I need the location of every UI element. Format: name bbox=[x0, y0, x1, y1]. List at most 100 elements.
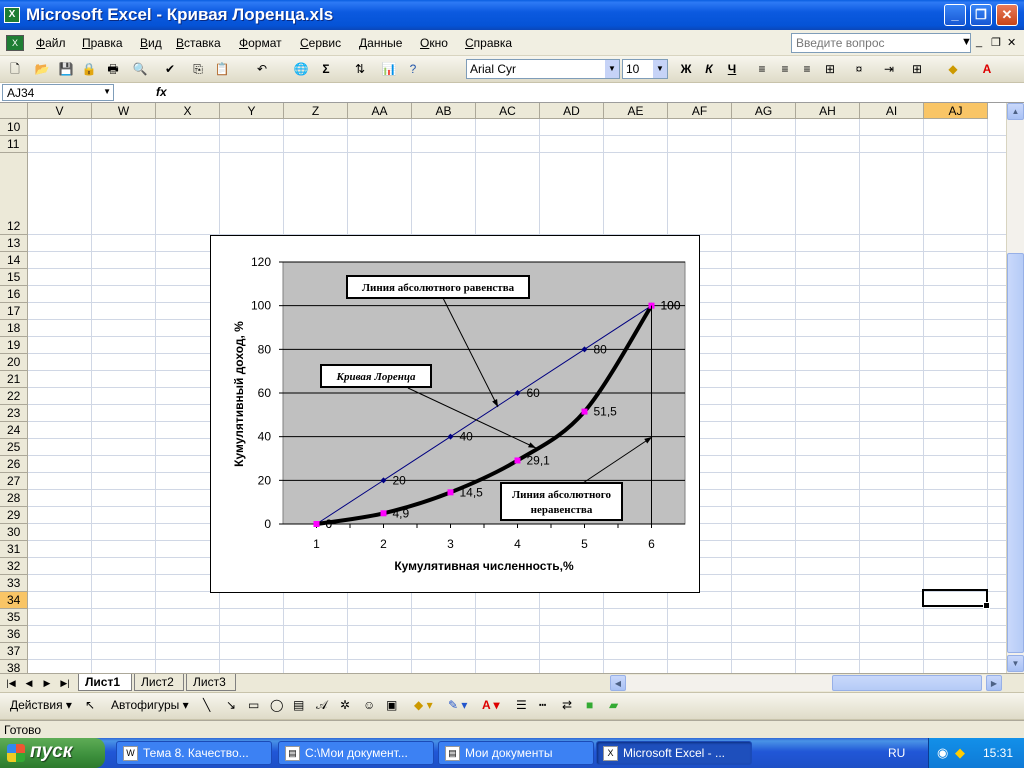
lorenz-point[interactable] bbox=[447, 489, 454, 496]
column-header[interactable]: W bbox=[92, 103, 156, 119]
fill-color-icon[interactable]: ◆ ▾ bbox=[414, 698, 433, 712]
row-header[interactable]: 29 bbox=[0, 507, 28, 524]
new-icon[interactable]: 🗋 bbox=[6, 60, 24, 78]
row-header[interactable]: 20 bbox=[0, 354, 28, 371]
line-icon[interactable]: ╲ bbox=[203, 698, 210, 712]
save-icon[interactable]: 💾 bbox=[57, 60, 75, 78]
row-header[interactable]: 38 bbox=[0, 660, 28, 673]
chart-wizard-icon[interactable]: 📊 bbox=[380, 60, 398, 78]
rectangle-icon[interactable]: ▭ bbox=[248, 698, 259, 712]
menu-5[interactable]: Сервис bbox=[300, 36, 341, 50]
row-header[interactable]: 13 bbox=[0, 235, 28, 252]
row-header[interactable]: 17 bbox=[0, 303, 28, 320]
row-header[interactable]: 33 bbox=[0, 575, 28, 592]
column-header[interactable]: AB bbox=[412, 103, 476, 119]
actions-menu[interactable]: Действия ▾ bbox=[10, 698, 72, 712]
spelling-icon[interactable]: ✔ bbox=[161, 60, 179, 78]
vertical-scrollbar[interactable]: ▲ ▼ bbox=[1006, 103, 1024, 673]
ask-question-input[interactable]: Введите вопрос bbox=[791, 33, 971, 53]
column-header[interactable]: AC bbox=[476, 103, 540, 119]
column-header[interactable]: AI bbox=[860, 103, 924, 119]
menu-4[interactable]: Формат bbox=[239, 36, 282, 50]
scroll-down-icon[interactable]: ▼ bbox=[1007, 655, 1024, 672]
lorenz-chart[interactable]: 0 20 40 60 80 100 120 1 2 3 4 5 6 0 20 40 60 80 100 0 4,9 14,… bbox=[210, 235, 700, 593]
line-style-icon[interactable]: ☰ bbox=[516, 698, 527, 712]
row-header[interactable]: 28 bbox=[0, 490, 28, 507]
menu-8[interactable]: Справка bbox=[465, 36, 512, 50]
column-header[interactable]: AD bbox=[540, 103, 604, 119]
doc-minimize-icon[interactable]: _ bbox=[976, 36, 982, 48]
font-name-select[interactable]: Arial Cyr ▼ bbox=[466, 59, 620, 79]
column-header[interactable]: X bbox=[156, 103, 220, 119]
column-header[interactable]: AA bbox=[348, 103, 412, 119]
insert-function-icon[interactable]: fx bbox=[156, 85, 167, 99]
row-header[interactable]: 14 bbox=[0, 252, 28, 269]
excel-app-icon[interactable]: X bbox=[4, 7, 20, 23]
column-header[interactable]: AF bbox=[668, 103, 732, 119]
print-icon[interactable]: 🖶 bbox=[104, 60, 122, 78]
copy-icon[interactable]: ⎘ bbox=[189, 60, 207, 78]
borders-icon[interactable]: ⊞ bbox=[908, 60, 926, 78]
undo-icon[interactable]: ↶ bbox=[253, 60, 271, 78]
sheet-tab[interactable]: Лист2 bbox=[134, 674, 184, 691]
lorenz-point[interactable] bbox=[313, 521, 320, 527]
picture-icon[interactable]: ▣ bbox=[386, 698, 397, 712]
underline-button[interactable]: Ч bbox=[723, 60, 741, 78]
currency-icon[interactable]: ¤ bbox=[850, 60, 868, 78]
row-header[interactable]: 18 bbox=[0, 320, 28, 337]
vertical-scroll-thumb[interactable] bbox=[1007, 253, 1024, 653]
menu-3[interactable]: Вставка bbox=[176, 36, 221, 50]
formula-input[interactable] bbox=[176, 84, 1016, 101]
taskbar-button[interactable]: X Microsoft Excel - ... bbox=[596, 741, 752, 765]
print-preview-icon[interactable]: 🔍 bbox=[131, 60, 149, 78]
align-left-icon[interactable]: ≡ bbox=[753, 60, 771, 78]
scroll-up-icon[interactable]: ▲ bbox=[1007, 103, 1024, 120]
autosum-button[interactable]: Σ bbox=[317, 60, 335, 78]
column-header[interactable]: AG bbox=[732, 103, 796, 119]
taskbar-button[interactable]: ▤ C:\Мои документ... bbox=[278, 741, 434, 765]
clipart-icon[interactable]: ☺ bbox=[363, 698, 375, 712]
column-header[interactable]: AJ bbox=[924, 103, 988, 119]
sheet-tab[interactable]: Лист1 bbox=[78, 674, 132, 691]
row-header[interactable]: 10 bbox=[0, 119, 28, 136]
tray-icon[interactable]: ◆ bbox=[955, 745, 965, 761]
textbox-icon[interactable]: ▤ bbox=[293, 698, 304, 712]
last-sheet-icon[interactable]: ▶| bbox=[58, 676, 72, 690]
scroll-right-icon[interactable]: ▶ bbox=[986, 675, 1002, 691]
horizontal-scroll-thumb[interactable] bbox=[832, 675, 982, 691]
merge-center-icon[interactable]: ⊞ bbox=[821, 60, 839, 78]
name-box[interactable]: AJ34 ▼ bbox=[2, 84, 114, 101]
autoshapes-menu[interactable]: Автофигуры ▾ bbox=[111, 698, 189, 712]
row-header[interactable]: 31 bbox=[0, 541, 28, 558]
start-button[interactable]: пуск bbox=[0, 738, 105, 768]
prev-sheet-icon[interactable]: ◀ bbox=[22, 676, 36, 690]
row-header[interactable]: 21 bbox=[0, 371, 28, 388]
menu-2[interactable]: Вид bbox=[140, 36, 162, 50]
font-color-icon[interactable]: A ▾ bbox=[482, 698, 500, 712]
row-header[interactable]: 12 bbox=[0, 153, 28, 235]
row-header[interactable]: 25 bbox=[0, 439, 28, 456]
taskbar-button[interactable]: ▤ Мои документы bbox=[438, 741, 594, 765]
sort-icon[interactable]: ⇅ bbox=[351, 60, 369, 78]
column-header[interactable]: Z bbox=[284, 103, 348, 119]
indent-icon[interactable]: ⇥ bbox=[880, 60, 898, 78]
font-size-select[interactable]: 10 ▼ bbox=[622, 59, 668, 79]
diagram-icon[interactable]: ✲ bbox=[340, 698, 350, 712]
language-indicator[interactable]: RU bbox=[888, 746, 905, 760]
select-objects-icon[interactable]: ↖ bbox=[85, 698, 95, 712]
fill-color-icon[interactable]: ◆ bbox=[944, 60, 962, 78]
doc-close-icon[interactable]: ✕ bbox=[1007, 36, 1016, 49]
arrow-style-icon[interactable]: ⇄ bbox=[562, 698, 572, 712]
row-header[interactable]: 19 bbox=[0, 337, 28, 354]
row-header[interactable]: 30 bbox=[0, 524, 28, 541]
row-header[interactable]: 23 bbox=[0, 405, 28, 422]
italic-button[interactable]: К bbox=[700, 60, 718, 78]
font-color-icon[interactable]: A bbox=[978, 60, 996, 78]
3d-icon[interactable]: ▰ bbox=[609, 698, 618, 712]
ask-dropdown-icon[interactable]: ▼ bbox=[961, 36, 972, 48]
lorenz-point[interactable] bbox=[514, 457, 521, 464]
select-all-corner[interactable] bbox=[0, 103, 28, 119]
horizontal-scrollbar[interactable]: ◀ ▶ bbox=[610, 675, 1002, 691]
column-header[interactable]: AH bbox=[796, 103, 860, 119]
scroll-left-icon[interactable]: ◀ bbox=[610, 675, 626, 691]
